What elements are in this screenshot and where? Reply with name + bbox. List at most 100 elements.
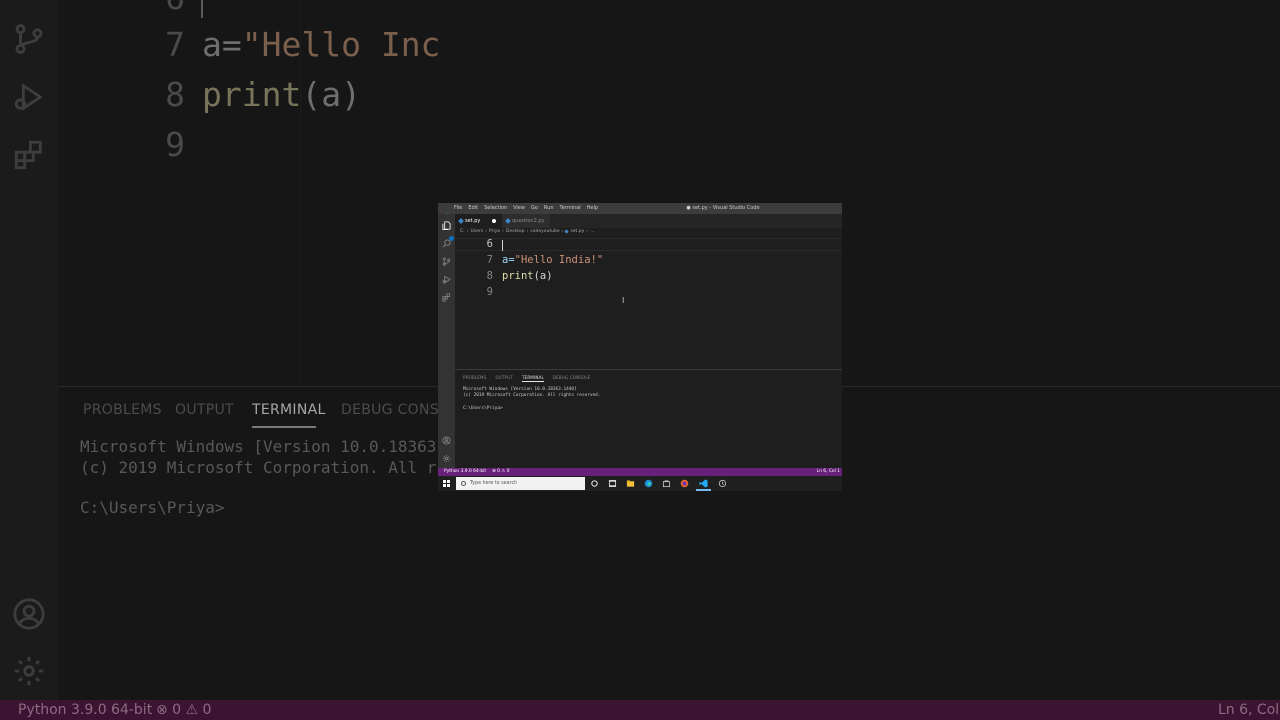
code-variable: a= [502, 254, 515, 266]
accounts-icon[interactable] [442, 436, 451, 445]
unsaved-dot-icon[interactable] [492, 219, 497, 223]
breadcrumb-item[interactable]: set.py [570, 229, 584, 234]
extensions-icon[interactable] [442, 293, 451, 302]
firefox-icon[interactable] [680, 479, 689, 488]
explorer-icon[interactable] [442, 221, 451, 230]
background-tab-problems: PROBLEMS [83, 402, 162, 418]
background-line-number: 9 [165, 125, 185, 164]
code-line-7[interactable]: a="Hello India!" [502, 254, 603, 266]
taskbar-search-box[interactable]: Type here to search [456, 477, 585, 490]
run-debug-icon[interactable] [442, 275, 451, 284]
bottom-panel: PROBLEMS OUTPUT TERMINAL DEBUG CONSOLE M… [455, 369, 842, 471]
background-terminal-prompt: C:\Users\Priya> [80, 498, 225, 517]
source-control-icon [12, 22, 46, 56]
terminal-line: (c) 2019 Microsoft Corporation. All righ… [463, 393, 601, 398]
background-tab-output: OUTPUT [175, 402, 234, 418]
code-function: print [202, 75, 302, 114]
terminal-prompt[interactable]: C:\Users\Priya> [463, 406, 503, 411]
tab-problems[interactable]: PROBLEMS [463, 375, 486, 382]
breadcrumb-item[interactable]: C: [460, 229, 465, 234]
cortana-icon[interactable] [590, 479, 599, 488]
tab-label: set.py [465, 218, 481, 224]
menu-run[interactable]: Run [544, 205, 554, 211]
mouse-ibeam-cursor-icon: I [622, 296, 625, 305]
menu-help[interactable]: Help [587, 205, 598, 211]
source-control-icon[interactable] [442, 257, 451, 266]
status-bar: Python 3.9.0 64-bit ⊗ 0 ⚠ 0 Ln 6, Col 1 [438, 468, 842, 476]
task-view-icon[interactable] [608, 479, 617, 488]
edge-browser-icon[interactable] [644, 479, 653, 488]
windows-taskbar: Type here to search [438, 476, 842, 491]
vscode-logo-icon [442, 205, 449, 220]
python-file-icon [458, 218, 464, 224]
line-number: 6 [486, 238, 493, 250]
windows-start-icon[interactable] [443, 480, 450, 487]
code-variable: a= [202, 25, 242, 64]
background-tab-terminal: TERMINAL [252, 402, 326, 418]
background-tab-underline [252, 426, 316, 428]
code-line-8[interactable]: print(a) [502, 270, 553, 282]
background-status-position: Ln 6, Col [1218, 702, 1280, 718]
tab-label: question2.py [512, 218, 545, 224]
clock-app-icon[interactable] [718, 479, 727, 488]
breadcrumb-item[interactable]: Priya [489, 229, 500, 234]
tab-debug-console[interactable]: DEBUG CONSOLE [553, 375, 591, 382]
code-editor[interactable]: 6 7 8 9 a="Hello India!" print(a) I [455, 236, 842, 369]
breadcrumb-item[interactable]: codeyoutube [530, 229, 559, 234]
vscode-taskbar-icon[interactable] [699, 479, 708, 488]
tab-output[interactable]: OUTPUT [495, 375, 513, 382]
title-bar: File Edit Selection View Go Run Terminal… [438, 203, 842, 220]
background-status-problems: ⊗ 0 ⚠ 0 [156, 702, 212, 718]
background-activity-bar [0, 0, 58, 700]
tab-terminal[interactable]: TERMINAL [521, 375, 544, 382]
code-args: (a) [533, 270, 553, 282]
tab-question2-py[interactable]: question2.py [502, 214, 550, 228]
background-terminal-line: Microsoft Windows [Version 10.0.18363.14… [80, 437, 495, 456]
breadcrumb-item[interactable]: Desktop [506, 229, 525, 234]
menu-view[interactable]: View [513, 205, 525, 211]
background-caret [201, 0, 203, 18]
status-cursor-position[interactable]: Ln 6, Col 1 [817, 469, 840, 474]
tab-set-py[interactable]: set.py [455, 214, 502, 228]
activity-bar [438, 214, 455, 471]
menu-file[interactable]: File [454, 205, 462, 211]
python-file-icon [505, 218, 511, 224]
menu-selection[interactable]: Selection [484, 205, 507, 211]
menu-edit[interactable]: Edit [468, 205, 478, 211]
breadcrumb-item[interactable]: Users [470, 229, 483, 234]
vscode-window: File Edit Selection View Go Run Terminal… [438, 203, 842, 491]
menu-go[interactable]: Go [531, 205, 538, 211]
python-file-icon [564, 229, 570, 234]
code-function: print [502, 270, 534, 282]
background-line-number: 6 [145, 0, 185, 17]
accounts-icon [12, 597, 46, 631]
editor-tabs: set.py question2.py [455, 214, 842, 228]
background-status-python: Python 3.9.0 64-bit [18, 702, 153, 718]
store-icon[interactable] [662, 479, 671, 488]
settings-gear-icon[interactable] [442, 454, 451, 463]
text-caret [502, 240, 503, 251]
menu-bar: File Edit Selection View Go Run Terminal… [454, 205, 598, 211]
search-icon [461, 481, 466, 486]
background-code-line-7: a="Hello Inc [202, 25, 440, 64]
background-line-number: 8 [165, 75, 185, 114]
background-status-bar: Python 3.9.0 64-bit ⊗ 0 ⚠ 0 Ln 6, Col [0, 700, 1280, 720]
menu-terminal[interactable]: Terminal [560, 205, 581, 211]
extensions-icon [12, 138, 46, 172]
run-debug-icon [12, 80, 46, 114]
line-number: 9 [486, 286, 493, 298]
status-python-interpreter[interactable]: Python 3.9.0 64-bit [444, 469, 486, 474]
window-title: ● set.py - Visual Studio Code [686, 205, 760, 211]
status-problems[interactable]: ⊗ 0 ⚠ 0 [492, 469, 509, 474]
file-explorer-icon[interactable] [626, 479, 635, 488]
background-line-number: 7 [165, 25, 185, 64]
taskbar-search-placeholder: Type here to search [470, 481, 518, 486]
line-number: 7 [486, 254, 493, 266]
breadcrumb-item[interactable]: ... [590, 229, 594, 234]
line-number: 8 [486, 270, 493, 282]
breadcrumb: C: › Users › Priya › Desktop › codeyoutube › … [460, 229, 595, 234]
code-string: "Hello India!" [514, 254, 604, 266]
active-app-indicator [696, 489, 711, 491]
panel-tabs: PROBLEMS OUTPUT TERMINAL DEBUG CONSOLE [463, 375, 591, 382]
search-icon[interactable] [442, 239, 451, 248]
